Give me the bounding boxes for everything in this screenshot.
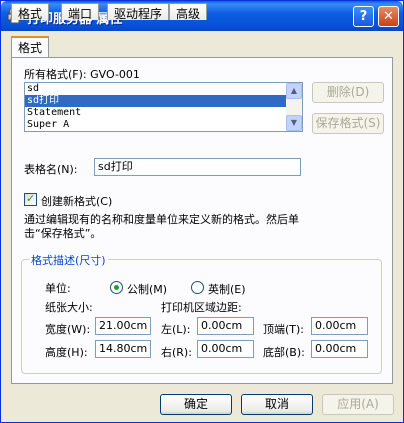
units-label: 单位:	[45, 282, 71, 295]
list-item[interactable]: Statement	[25, 107, 302, 119]
bottom-label: 底部(B):	[263, 346, 305, 359]
left-margin-field[interactable]: 0.00cm	[197, 317, 254, 335]
right-label: 右(R):	[161, 346, 192, 359]
server-name: GVO-001	[90, 68, 140, 81]
delete-button[interactable]: 删除(D)	[312, 82, 384, 103]
list-item[interactable]: sd	[25, 83, 302, 95]
help-button[interactable]: ?	[353, 6, 374, 27]
english-label[interactable]: 英制(E)	[208, 281, 246, 297]
bottom-margin-field[interactable]: 0.00cm	[311, 340, 368, 358]
tab-drivers[interactable]: 驱动程序	[107, 3, 170, 21]
metric-label[interactable]: 公制(M)	[127, 281, 167, 297]
check-icon: ✓	[26, 192, 36, 205]
list-item[interactable]: Super A	[25, 119, 302, 131]
close-button[interactable]: ✕	[378, 6, 399, 27]
metric-radio[interactable]	[110, 281, 123, 294]
scroll-up-icon[interactable]: ▲	[286, 83, 302, 99]
height-field[interactable]: 14.80cm	[95, 340, 151, 358]
all-formats-label: 所有格式(F): GVO-001	[24, 68, 140, 81]
create-new-label[interactable]: 创建新格式(C)	[41, 193, 112, 209]
print-server-properties-dialog: 打印服务器 属性 ? ✕ 格式 端口 驱动程序 高级 格式 所有格式(F): G…	[0, 0, 404, 423]
right-margin-field[interactable]: 0.00cm	[197, 340, 254, 358]
description-text: 通过编辑现有的名称和度量单位来定义新的格式。然后单击“保存格式”。	[24, 213, 299, 240]
tab-advanced[interactable]: 高级	[169, 3, 208, 21]
tab-forms-active[interactable]: 格式	[11, 36, 50, 57]
group-title: 格式描述(尺寸)	[29, 252, 108, 268]
scroll-down-icon[interactable]: ▼	[286, 115, 302, 131]
top-margin-field[interactable]: 0.00cm	[311, 317, 368, 335]
paper-size-label: 纸张大小:	[45, 301, 93, 314]
tab-forms[interactable]: 格式	[11, 3, 50, 21]
width-field[interactable]: 21.00cm	[95, 317, 151, 335]
ok-button[interactable]: 确定	[160, 394, 232, 415]
height-label: 高度(H):	[45, 346, 88, 359]
create-new-checkbox[interactable]: ✓	[24, 192, 37, 206]
left-label: 左(L):	[161, 323, 191, 336]
save-format-button[interactable]: 保存格式(S)	[312, 113, 384, 134]
radio-selected-dot	[114, 285, 119, 290]
top-label: 顶端(T):	[263, 323, 305, 336]
english-radio[interactable]	[191, 281, 204, 294]
margins-label: 打印机区域边距:	[161, 301, 242, 314]
listbox-scrollbar[interactable]: ▲ ▼	[286, 83, 302, 131]
width-label: 宽度(W):	[45, 323, 91, 336]
formats-listbox[interactable]: sd sd打印 Statement Super A ▲ ▼	[24, 82, 303, 132]
apply-button[interactable]: 应用(A)	[322, 394, 394, 415]
form-name-field[interactable]: sd打印	[94, 158, 301, 176]
cancel-button[interactable]: 取消	[241, 394, 313, 415]
tab-ports[interactable]: 端口	[61, 3, 100, 21]
list-item-selected[interactable]: sd打印	[25, 95, 302, 107]
form-name-label: 表格名(N):	[24, 163, 78, 176]
